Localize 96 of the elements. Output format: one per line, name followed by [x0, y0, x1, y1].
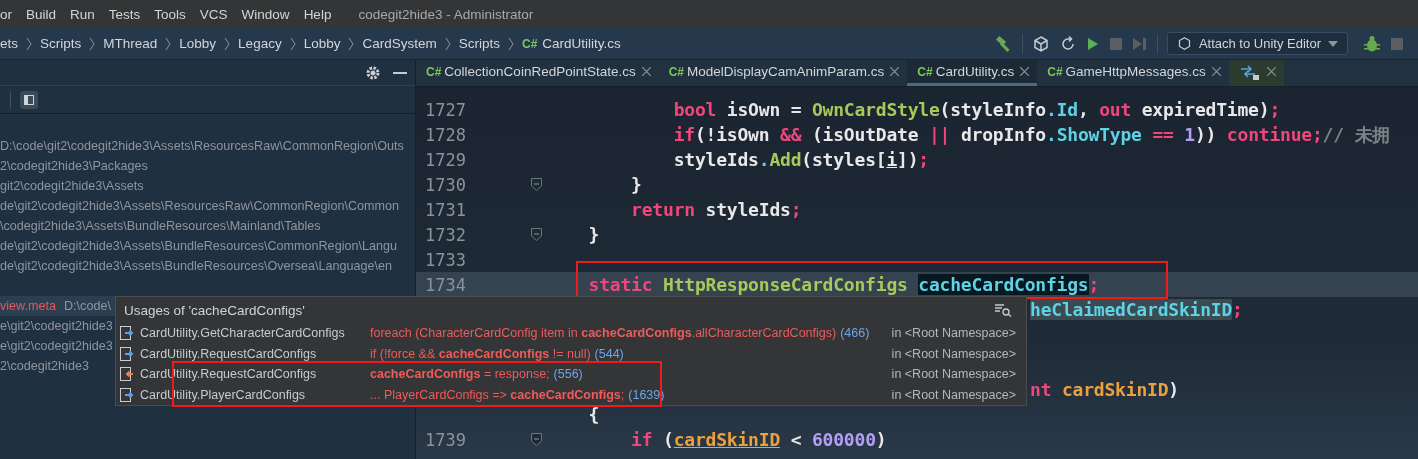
usage-code-snippet: cacheCardConfigs = response; — [370, 367, 550, 382]
editor-tab[interactable]: C# CollectionCoinRedPointState.cs — [416, 60, 659, 86]
menu-item[interactable]: Help — [296, 6, 339, 22]
code-line: return styleIds; — [630, 199, 802, 220]
chevron-icon — [89, 36, 96, 51]
breadcrumb-item[interactable]: Lobby — [179, 36, 217, 51]
editor-tab[interactable] — [1228, 60, 1284, 86]
line-number: 1732 — [425, 224, 466, 245]
usage-code-snippet: if (!force && cacheCardConfigs != null) — [370, 346, 591, 361]
chevron-icon — [224, 36, 231, 51]
chevron-icon — [289, 36, 296, 51]
close-icon[interactable] — [1211, 67, 1221, 76]
line-number: 1727 — [425, 99, 466, 120]
settings-icon[interactable] — [365, 64, 381, 81]
breadcrumb-item[interactable]: ets — [0, 36, 18, 51]
read-access-icon — [120, 346, 134, 361]
close-icon[interactable] — [890, 67, 900, 76]
editor-tab[interactable]: C# ModelDisplayCamAnimParam.cs — [658, 60, 908, 86]
line-number: 1729 — [425, 149, 466, 170]
file-path[interactable]: de\git2\codegit2hide3\Assets\BundleResources\Oversea\Language\en — [0, 259, 393, 273]
fold-marker-icon[interactable] — [531, 433, 542, 446]
line-number: 1731 — [425, 199, 466, 220]
file-path[interactable]: 2\codegit2hide3\Packages — [0, 159, 148, 173]
breadcrumb-item[interactable]: MThread — [103, 36, 158, 51]
close-icon[interactable] — [641, 67, 651, 76]
menu-item[interactable]: Tools — [147, 6, 193, 22]
menu-item[interactable]: VCS — [192, 6, 235, 22]
usage-scope: in <Root Namespace> — [891, 387, 1016, 402]
line-number: 1733 — [425, 249, 466, 270]
code-line: } — [630, 174, 642, 195]
code-line: { — [587, 404, 600, 425]
file-path[interactable]: e\git2\codegit2hide3 — [0, 339, 113, 353]
chevron-icon — [26, 36, 32, 51]
code-line: styleIds.Add(styles[i]); — [672, 149, 929, 170]
read-access-icon — [120, 326, 134, 341]
breadcrumb-item[interactable]: Scripts — [40, 36, 82, 51]
window-title: codegit2hide3 - Administrator — [358, 6, 534, 22]
menu-item[interactable]: Tests — [101, 6, 148, 22]
file-path[interactable]: \codegit2hide3\Assets\BundleResources\Mainland\Tables — [0, 219, 321, 233]
file-type-label: C# — [522, 36, 538, 51]
usage-scope: in <Root Namespace> — [891, 346, 1016, 361]
chevron-icon — [348, 36, 355, 51]
play-icon[interactable] — [1085, 35, 1100, 52]
line-number: 1730 — [425, 174, 466, 195]
usage-code-snippet: ... PlayerCardConfigs => cacheCardConfigs; — [370, 387, 625, 402]
filter-icon[interactable] — [994, 303, 1012, 317]
file-path[interactable]: de\git2\codegit2hide3\Assets\BundleResources\CommonRegion\Langu — [0, 239, 397, 253]
file-path[interactable]: D:\code\git2\codegit2hide3\Assets\ResourcesRaw\CommonRegion\Outs — [0, 139, 404, 153]
breadcrumb-item[interactable]: Lobby — [303, 36, 341, 51]
usage-line-number: (556) — [553, 367, 583, 382]
editor-tab[interactable]: C# GameHttpMessages.cs — [1037, 60, 1229, 86]
read-access-icon — [120, 387, 134, 402]
chevron-icon — [508, 36, 514, 51]
bug-icon[interactable] — [1363, 34, 1381, 53]
code-line: nt cardSkinID) — [1030, 379, 1179, 400]
usage-method[interactable]: CardUtility.RequestCardConfigs — [140, 346, 364, 361]
breadcrumb-item[interactable]: Scripts — [458, 36, 500, 51]
layout-toggle-icon[interactable] — [19, 89, 39, 110]
close-icon[interactable] — [1266, 67, 1276, 76]
arrows-lock-icon — [1238, 62, 1261, 81]
breadcrumb-item[interactable]: CardUtility.cs — [542, 36, 621, 51]
close-icon[interactable] — [1020, 67, 1030, 76]
fold-marker-icon[interactable] — [531, 228, 542, 241]
popup-title: Usages of 'cacheCardConfigs' — [124, 302, 305, 318]
usage-method[interactable]: CardUtility.GetCharacterCardConfigs — [140, 326, 364, 341]
line-number: 1728 — [425, 124, 466, 145]
chevron-icon — [444, 36, 451, 51]
breadcrumb-item[interactable]: Legacy — [238, 36, 282, 51]
file-path[interactable]: git2\codegit2hide3\Assets — [0, 179, 144, 193]
code-line: bool isOwn = OwnCardStyle(styleInfo.Id, out expiredTime); — [672, 99, 1281, 120]
menu-item[interactable]: or — [0, 6, 19, 22]
file-path[interactable]: 2\codegit2hide3 — [0, 359, 89, 373]
file-path[interactable]: de\git2\codegit2hide3\Assets\ResourcesRaw\CommonRegion\Common — [0, 199, 399, 213]
usage-scope: in <Root Namespace> — [891, 326, 1016, 341]
line-number: 1739 — [425, 429, 466, 450]
fold-marker-icon[interactable] — [531, 178, 542, 191]
code-line: if (cardSkinID < 600000) — [630, 429, 887, 450]
menu-item[interactable]: Build — [19, 6, 64, 22]
menu-item[interactable]: Window — [234, 6, 297, 22]
chevron-icon — [165, 36, 172, 51]
file-path[interactable]: D:\code\ — [64, 299, 111, 313]
file-path[interactable]: e\git2\codegit2hide3 — [0, 319, 113, 333]
usage-line-number: (544) — [594, 346, 624, 361]
editor-tab[interactable]: C# CardUtility.cs — [907, 60, 1038, 86]
write-access-icon — [120, 367, 134, 382]
menu-item[interactable]: Run — [63, 6, 102, 22]
usage-line-number: (466) — [840, 326, 870, 341]
usage-scope: in <Root Namespace> — [891, 367, 1016, 382]
code-line: static HttpResponseCardConfigs cacheCardConfigs; — [587, 274, 1100, 295]
code-line: if(!isOwn && (isOutDate || dropInfo.ShowType == 1)) continue;// 未拥 — [672, 122, 1391, 147]
usage-code-snippet: foreach (CharacterCardConfig item in cacheCardConfigs.allCharacterCardConfigs) — [370, 326, 837, 341]
code-line: } — [587, 224, 600, 245]
line-number: 1734 — [425, 274, 466, 295]
breadcrumb-item[interactable]: CardSystem — [362, 36, 437, 51]
run-configuration-dropdown[interactable]: Attach to Unity Editor — [1166, 32, 1348, 55]
caret-icon — [1328, 40, 1338, 47]
